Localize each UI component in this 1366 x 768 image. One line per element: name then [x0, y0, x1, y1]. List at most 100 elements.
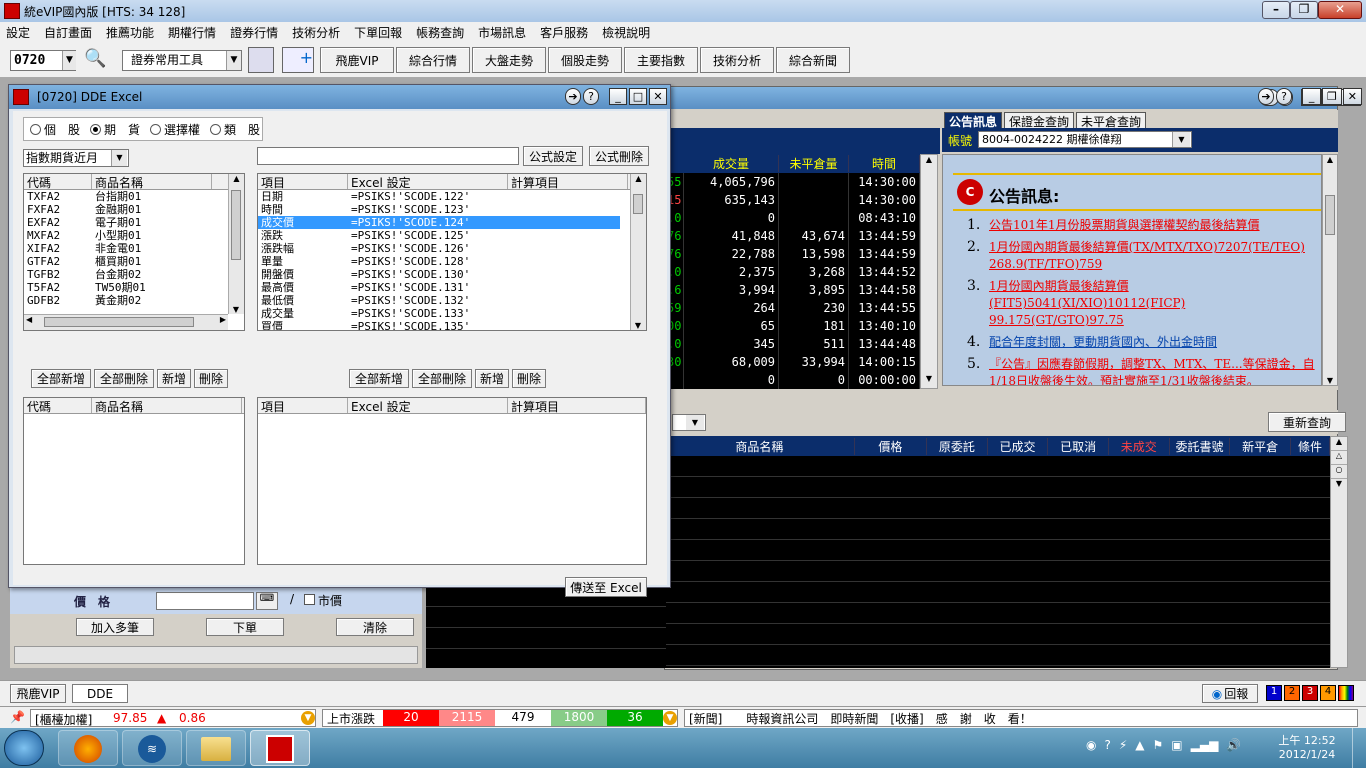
list-item[interactable]: EXFA2 電子期01 [24, 216, 244, 229]
table-row[interactable]: 0 0 00:00:00 [664, 371, 920, 389]
list-item[interactable]: T5FA2 TW50期01 [24, 281, 244, 294]
scroll-up-icon[interactable]: △ [1331, 451, 1347, 465]
table-row[interactable]: .0 0 08:43:10 [664, 209, 920, 227]
minimize-icon[interactable]: – [1262, 1, 1290, 19]
clear-button[interactable]: 清除 [336, 618, 414, 636]
maximize-icon[interactable]: ❐ [1322, 88, 1342, 105]
close-icon[interactable]: ✕ [649, 88, 667, 105]
table-row[interactable]: 76 41,848 43,674 13:44:59 [664, 227, 920, 245]
announce-link[interactable]: 1月份國內期貨最後結算價(TX/MTX/TXO)7207(TE/TEO) 268… [989, 239, 1317, 273]
product-type-option[interactable]: 個 股 [30, 121, 80, 138]
help-icon[interactable]: ? [583, 88, 599, 105]
signal-icon[interactable]: ▂▄▆ [1191, 738, 1219, 752]
chevron-down-icon[interactable]: ▼ [226, 51, 241, 70]
table-row[interactable]: 00 65 181 13:40:10 [664, 317, 920, 335]
menu-item[interactable]: 下單回報 [354, 24, 402, 41]
scroll-right-icon[interactable]: ▶ [220, 315, 226, 324]
tab-feilu-vip[interactable]: 飛鹿VIP [10, 684, 66, 703]
scroll-down-icon[interactable]: ▼ [229, 305, 243, 314]
announce-scrollbar[interactable]: ▲ ▼ [1322, 154, 1338, 386]
add-multiple-button[interactable]: 加入多筆 [76, 618, 154, 636]
formula-set-button[interactable]: 公式設定 [523, 146, 583, 166]
list-item[interactable]: 單量 =PSIKS!'SCODE.128' [258, 255, 646, 268]
close-icon[interactable]: ✕ [1318, 1, 1362, 19]
announce-link[interactable]: 公告101年1月份股票期貨與選擇權契約最後結算價 [989, 217, 1260, 234]
chevron-down-icon[interactable]: ▼ [62, 51, 76, 70]
table-row[interactable]: 76 22,788 13,598 13:44:59 [664, 245, 920, 263]
scroll-left-icon[interactable]: ◀ [26, 315, 32, 324]
menu-item[interactable]: 帳務查詢 [416, 24, 464, 41]
scroll-thumb[interactable] [231, 190, 241, 260]
list-action-button[interactable]: 全部刪除 [412, 369, 472, 388]
search-icon[interactable]: 🔍 [84, 48, 108, 72]
table-row[interactable]: 15 635,143 14:30:00 [664, 191, 920, 209]
list-action-button[interactable]: 刪除 [194, 369, 228, 388]
app-tray-icon[interactable]: ▣ [1171, 738, 1182, 752]
toolbar-button[interactable]: 技術分析 [700, 47, 774, 73]
tray-expand-icon[interactable]: ▲ [1135, 738, 1144, 752]
list-item[interactable]: 漲跌 =PSIKS!'SCODE.125' [258, 229, 646, 242]
table-row[interactable]: .6 3,994 3,895 13:44:58 [664, 281, 920, 299]
scroll-thumb[interactable] [633, 194, 643, 214]
radio-icon[interactable] [150, 123, 162, 135]
show-desktop-button[interactable] [1352, 728, 1366, 768]
list-item[interactable]: MXFA2 小型期01 [24, 229, 244, 242]
product-type-option[interactable]: 類 股 [210, 121, 260, 138]
scroll-down-icon[interactable]: ▼ [1331, 479, 1347, 493]
menu-item[interactable]: 技術分析 [292, 24, 340, 41]
scroll-up-icon[interactable]: ▲ [921, 155, 937, 169]
announce-link[interactable]: 配合年度封關，更動期貨國內、外出金時間 [989, 334, 1217, 351]
help-icon[interactable]: ? [1104, 738, 1110, 752]
toolbar-button[interactable]: 飛鹿VIP [320, 47, 394, 73]
chevron-down-icon[interactable]: ▼ [111, 150, 127, 166]
menu-item[interactable]: 自訂畫面 [44, 24, 92, 41]
toolbar-button[interactable]: 綜合行情 [396, 47, 470, 73]
list-item[interactable]: 漲跌幅 =PSIKS!'SCODE.126' [258, 242, 646, 255]
list-action-button[interactable]: 全部新增 [349, 369, 409, 388]
scroll-down-icon[interactable]: ▼ [1323, 376, 1337, 385]
list-action-button[interactable]: 全部新增 [31, 369, 91, 388]
chevron-down-icon[interactable]: ▼ [1172, 132, 1190, 147]
toolbar-button[interactable]: 主要指數 [624, 47, 698, 73]
list-item[interactable]: 成交價 =PSIKS!'SCODE.124' [258, 216, 620, 229]
restore-icon[interactable]: ❐ [1290, 1, 1318, 19]
explorer-icon[interactable] [186, 730, 246, 766]
tab-dde[interactable]: DDE [72, 684, 128, 703]
report-button[interactable]: ◉ 回報 [1202, 684, 1258, 703]
announce-tab[interactable]: 未平倉查詢 [1076, 112, 1147, 129]
product-type-option[interactable]: 選擇權 [150, 121, 200, 138]
arrow-icon[interactable]: ➔ [565, 88, 581, 105]
radio-icon[interactable] [30, 123, 41, 135]
toolbar-button[interactable]: 個股走勢 [548, 47, 622, 73]
announce-tab[interactable]: 公告訊息 [944, 112, 1003, 129]
tool-open-icon[interactable] [248, 47, 274, 73]
quote-scrollbar[interactable]: ▲ ▼ [920, 154, 938, 389]
toolbar-button[interactable]: 大盤走勢 [472, 47, 546, 73]
keypad-icon[interactable]: ⌨ [256, 592, 278, 610]
list-item[interactable]: XIFA2 非金電01 [24, 242, 244, 255]
add-window-icon[interactable]: + [282, 47, 314, 73]
list-item[interactable]: FXFA2 金融期01 [24, 203, 244, 216]
list-action-button[interactable]: 刪除 [512, 369, 546, 388]
layout-4-icon[interactable]: 4 [1320, 685, 1336, 701]
menu-item[interactable]: 客戶服務 [540, 24, 588, 41]
announce-link[interactable]: 1月份國內期貨最後結算價(FIT5)5041(XI/XIO)10112(FICP… [989, 278, 1317, 329]
table-row[interactable]: .0 345 511 13:44:48 [664, 335, 920, 353]
toolbar-button[interactable]: 綜合新聞 [776, 47, 850, 73]
announce-tab[interactable]: 保證金查詢 [1004, 112, 1075, 129]
menu-item[interactable]: 檢視說明 [602, 24, 650, 41]
color-palette-icon[interactable] [1338, 685, 1354, 701]
chevron-down-icon[interactable]: ▼ [663, 711, 677, 725]
product-vscroll[interactable]: ▲ ▼ [228, 174, 244, 314]
close-icon[interactable]: ✕ [1342, 88, 1362, 105]
flag-icon[interactable]: ⚑ [1153, 738, 1164, 752]
list-action-button[interactable]: 新增 [157, 369, 191, 388]
minimize-icon[interactable]: _ [1302, 88, 1322, 105]
product-type-option[interactable]: 期 貨 [90, 121, 140, 138]
clock[interactable]: 上午 12:52 2012/1/24 [1272, 732, 1342, 761]
market-checkbox[interactable] [304, 594, 315, 605]
power-icon[interactable]: ⚡ [1119, 738, 1127, 752]
layout-3-icon[interactable]: 3 [1302, 685, 1318, 701]
price-input[interactable] [156, 592, 254, 610]
radio-icon[interactable] [210, 123, 222, 135]
